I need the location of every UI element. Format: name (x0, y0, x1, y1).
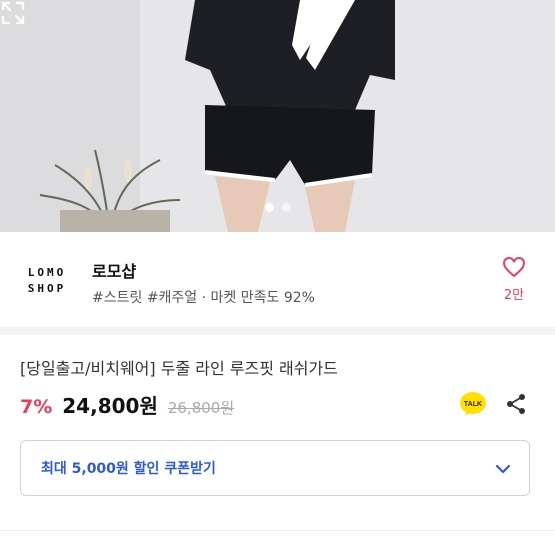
shop-name[interactable]: 로모샵 (92, 258, 136, 282)
talk-icon-label: TALK (464, 401, 482, 408)
chevron-down-icon (495, 464, 511, 474)
share-icon[interactable] (505, 393, 527, 415)
carousel-indicator (0, 197, 555, 216)
section-divider (0, 327, 555, 335)
bottom-divider (0, 530, 555, 531)
product-image-carousel[interactable] (0, 0, 555, 232)
coupon-button[interactable]: 최대 5,000원 할인 쿠폰받기 (20, 440, 530, 496)
sale-price: 24,800원 (62, 394, 158, 418)
carousel-dot[interactable] (281, 203, 291, 212)
shop-logo[interactable]: LOMO SHOP (16, 250, 78, 312)
like-count: 2만 (503, 288, 525, 303)
product-title: [당일출고/비치웨어] 두줄 라인 루즈핏 래쉬가드 (20, 359, 338, 378)
carousel-dot-active[interactable] (264, 203, 274, 212)
expand-icon[interactable] (0, 0, 26, 26)
shop-logo-line1: LOMO (27, 266, 67, 279)
price-row: 7% 24,800원 26,800원 (20, 390, 234, 420)
kakaotalk-icon[interactable]: TALK (459, 391, 487, 417)
heart-icon (503, 257, 525, 277)
like-button[interactable]: 2만 (494, 256, 534, 303)
coupon-label: 최대 5,000원 할인 쿠폰받기 (41, 461, 216, 477)
original-price: 26,800원 (167, 399, 235, 417)
shop-meta: #스트릿 #캐주얼 · 마켓 만족도 92% (92, 290, 315, 306)
shop-logo-line2: SHOP (27, 282, 67, 295)
shop-info: LOMO SHOP 로모샵 #스트릿 #캐주얼 · 마켓 만족도 92% 2만 (0, 232, 555, 327)
discount-rate: 7% (20, 396, 53, 418)
